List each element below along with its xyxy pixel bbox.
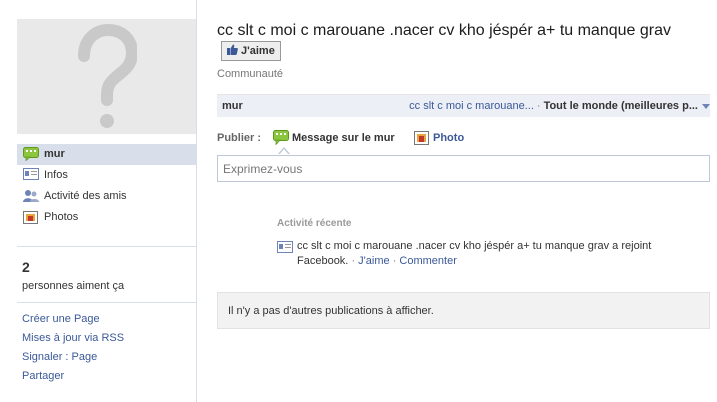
activity-icon bbox=[277, 241, 293, 253]
photos-icon bbox=[23, 210, 39, 224]
wall-icon bbox=[23, 147, 39, 162]
page-title-text: cc slt c moi c marouane .nacer cv kho jé… bbox=[217, 22, 671, 39]
like-link[interactable]: J'aime bbox=[358, 255, 389, 267]
sidebar-item-friends-activity[interactable]: Activité des amis bbox=[17, 186, 196, 207]
chevron-down-icon[interactable] bbox=[702, 104, 710, 109]
question-mark-icon bbox=[78, 24, 137, 128]
filter-everyone-selected[interactable]: Tout le monde (meilleures p... bbox=[544, 100, 698, 112]
sidebar-item-label: Photos bbox=[44, 211, 79, 223]
rss-updates-link[interactable]: Mises à jour via RSS bbox=[22, 332, 124, 344]
left-sidebar: mur Infos Activité des amis Photos 2 per… bbox=[17, 0, 196, 402]
create-page-link[interactable]: Créer une Page bbox=[22, 313, 100, 325]
publish-label: Publier : bbox=[217, 132, 262, 144]
status-composer-input[interactable] bbox=[217, 155, 710, 182]
sidebar-item-photos[interactable]: Photos bbox=[17, 207, 196, 228]
sidebar-item-label: Activité des amis bbox=[44, 190, 127, 202]
wall-post-icon bbox=[273, 130, 289, 145]
page-category: Communauté bbox=[217, 68, 284, 80]
sidebar-item-infos[interactable]: Infos bbox=[17, 165, 196, 186]
separator-dot: · bbox=[392, 255, 397, 267]
profile-picture-placeholder[interactable] bbox=[17, 19, 196, 134]
divider bbox=[17, 302, 196, 303]
divider bbox=[17, 246, 196, 247]
thumbs-up-icon bbox=[227, 44, 238, 55]
filter-page-posts-link[interactable]: cc slt c moi c marouane... bbox=[409, 100, 534, 112]
no-more-posts-box: Il n'y a pas d'autres publications à aff… bbox=[217, 292, 710, 329]
publish-photo-label: Photo bbox=[433, 132, 465, 144]
page-title: cc slt c moi c marouane .nacer cv kho jé… bbox=[217, 20, 710, 62]
like-button-label: J'aime bbox=[241, 45, 275, 57]
sidebar-item-mur[interactable]: mur bbox=[17, 144, 196, 165]
comment-link[interactable]: Commenter bbox=[399, 255, 456, 267]
wall-filter-title: mur bbox=[222, 100, 243, 112]
likes-count[interactable]: 2 bbox=[22, 259, 30, 275]
photo-icon bbox=[414, 131, 429, 145]
publish-status-label: Message sur le mur bbox=[292, 132, 395, 144]
wall-filter-options: cc slt c moi c marouane... · Tout le monde… bbox=[409, 100, 698, 112]
no-more-posts-text: Il n'y a pas d'autres publications à aff… bbox=[228, 305, 434, 317]
sidebar-item-label: mur bbox=[44, 148, 65, 160]
separator-dot: · bbox=[351, 255, 356, 267]
activity-text: cc slt c moi c marouane .nacer cv kho jé… bbox=[297, 240, 652, 252]
likes-label: personnes aiment ça bbox=[22, 280, 125, 292]
info-icon bbox=[23, 168, 39, 182]
friends-icon bbox=[23, 189, 39, 203]
share-link[interactable]: Partager bbox=[22, 370, 64, 382]
sidebar-item-label: Infos bbox=[44, 169, 68, 181]
activity-text-end: Facebook. bbox=[297, 255, 349, 267]
like-button[interactable]: J'aime bbox=[221, 41, 281, 61]
report-page-link[interactable]: Signaler : Page bbox=[22, 351, 97, 363]
separator-dot: · bbox=[536, 100, 541, 112]
column-divider bbox=[196, 0, 197, 402]
recent-activity-title: Activité récente bbox=[277, 218, 352, 229]
wall-filter-bar: mur cc slt c moi c marouane... · Tout le m… bbox=[217, 94, 710, 117]
